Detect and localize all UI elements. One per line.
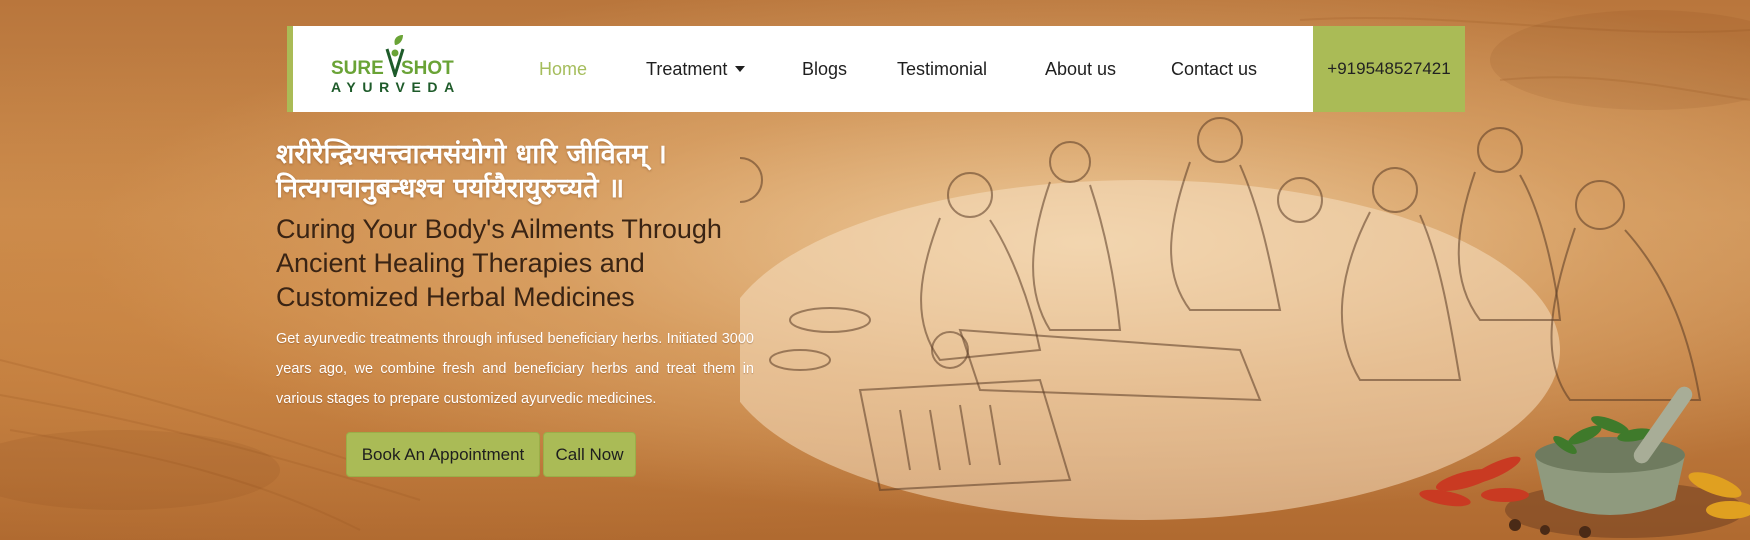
- caret-down-icon: [735, 66, 746, 72]
- nav-item-treatment-label: Treatment: [646, 59, 728, 79]
- sanskrit-line-2: नित्यगचानुबन्धश्च पर्यायैरायुरुच्यते ॥: [276, 173, 625, 204]
- hero-headline: Curing Your Body's Ailments Through Anci…: [276, 214, 722, 312]
- book-appointment-button[interactable]: Book An Appointment: [346, 432, 540, 477]
- nav-menu: Home Treatment Blogs Testimonial About u…: [293, 26, 1465, 112]
- nav-item-blogs[interactable]: Blogs: [802, 59, 847, 80]
- nav-item-home[interactable]: Home: [539, 59, 587, 80]
- nav-item-contact-us[interactable]: Contact us: [1171, 59, 1257, 80]
- nav-item-about-us[interactable]: About us: [1045, 59, 1116, 80]
- hero-description: Get ayurvedic treatments through infused…: [276, 331, 754, 407]
- hero-section: शरीरेन्द्रियसत्त्वात्मसंयोगो धारि जीवितम…: [276, 138, 756, 414]
- nav-item-testimonial[interactable]: Testimonial: [897, 59, 987, 80]
- sanskrit-shloka: शरीरेन्द्रियसत्त्वात्मसंयोगो धारि जीवितम…: [276, 138, 756, 206]
- sanskrit-line-1: शरीरेन्द्रियसत्त्वात्मसंयोगो धारि जीवितम…: [276, 139, 667, 170]
- herbs-mortar-image: [1419, 386, 1750, 538]
- call-now-button[interactable]: Call Now: [543, 432, 636, 477]
- nav-item-treatment[interactable]: Treatment: [646, 59, 746, 80]
- top-navbar: SURE SHOT AYURVEDA Home Treatment Blogs …: [287, 26, 1465, 112]
- phone-number-button[interactable]: +919548527421: [1313, 26, 1465, 112]
